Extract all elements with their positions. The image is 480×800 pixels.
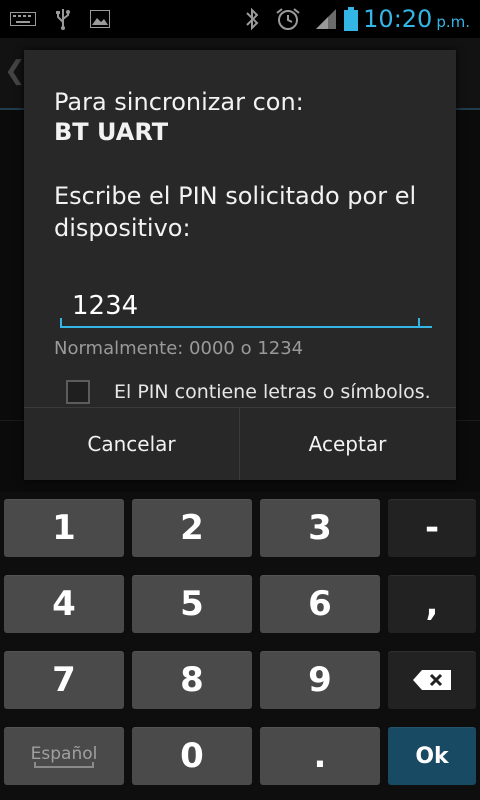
language-key[interactable]: Español [4, 727, 124, 785]
alphanumeric-pin-label: El PIN contiene letras o símbolos. [114, 381, 431, 403]
alarm-icon [274, 7, 302, 31]
key-minus[interactable]: - [388, 499, 476, 557]
bluetooth-icon [242, 7, 262, 31]
language-key-label: Español [30, 744, 98, 764]
key-6[interactable]: 6 [260, 575, 380, 633]
accept-button[interactable]: Aceptar [240, 408, 455, 480]
keyboard-icon [8, 7, 38, 31]
pin-input[interactable] [60, 286, 432, 328]
spacebar-glyph-icon [34, 762, 94, 768]
backspace-icon [412, 660, 452, 700]
key-0[interactable]: 0 [132, 727, 252, 785]
key-backspace[interactable] [388, 651, 476, 709]
key-2[interactable]: 2 [132, 499, 252, 557]
key-comma[interactable]: , [388, 575, 476, 633]
clock: 10:20 p.m. [363, 4, 470, 37]
pin-input-edge-left [60, 318, 62, 328]
cancel-button[interactable]: Cancelar [24, 408, 239, 480]
instruction-line-1: Escribe el PIN solicitado por el [54, 182, 417, 210]
key-period[interactable]: . [260, 727, 380, 785]
instruction-line-2: dispositivo: [54, 214, 191, 242]
pairing-dialog: Para sincronizar con: BT UART Escribe el… [24, 50, 456, 480]
numeric-keyboard: 1 2 3 - 4 5 6 , 7 8 9 Español 0 . Ok [0, 492, 480, 800]
alphanumeric-pin-checkbox[interactable] [66, 380, 90, 404]
alphanumeric-pin-row[interactable]: El PIN contiene letras o símbolos. [66, 376, 431, 408]
image-icon [88, 7, 112, 31]
clock-time: 10:20 [363, 5, 433, 33]
back-chevron-icon: ❮ [4, 56, 26, 86]
key-1[interactable]: 1 [4, 499, 124, 557]
signal-icon [314, 7, 338, 31]
dialog-title: Para sincronizar con: [54, 88, 304, 116]
key-4[interactable]: 4 [4, 575, 124, 633]
device-name: BT UART [54, 118, 169, 146]
key-5[interactable]: 5 [132, 575, 252, 633]
ok-key[interactable]: Ok [388, 727, 476, 785]
key-7[interactable]: 7 [4, 651, 124, 709]
key-9[interactable]: 9 [260, 651, 380, 709]
clock-ampm: p.m. [436, 13, 470, 31]
usb-icon [52, 7, 74, 31]
battery-icon [342, 7, 360, 31]
key-3[interactable]: 3 [260, 499, 380, 557]
status-bar: 10:20 p.m. [0, 0, 480, 38]
pin-hint: Normalmente: 0000 o 1234 [54, 338, 304, 359]
pin-input-edge-right [418, 318, 420, 328]
key-8[interactable]: 8 [132, 651, 252, 709]
